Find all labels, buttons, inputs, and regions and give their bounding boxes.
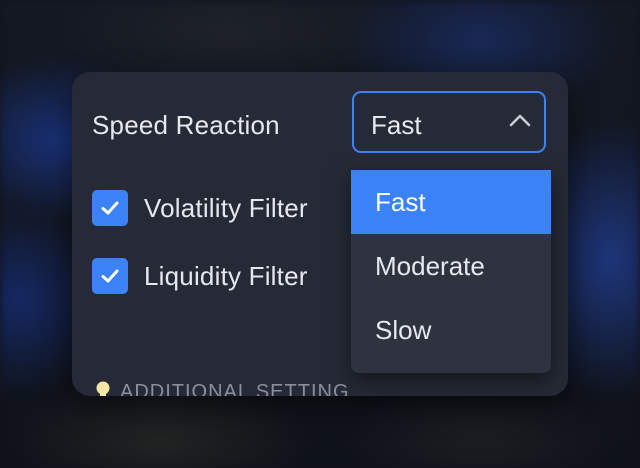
- lightbulb-icon: [96, 381, 110, 396]
- liquidity-filter-label: Liquidity Filter: [144, 260, 308, 291]
- option-slow[interactable]: Slow: [351, 298, 551, 362]
- liquidity-filter-checkbox[interactable]: [92, 258, 128, 294]
- volatility-filter-label: Volatility Filter: [144, 192, 308, 223]
- additional-setting-link[interactable]: ADDITIONAL SETTING: [94, 380, 350, 396]
- checkmark-icon: [101, 201, 119, 215]
- speed-reaction-select[interactable]: Fast: [352, 91, 546, 153]
- option-fast[interactable]: Fast: [351, 170, 551, 234]
- volatility-filter-row[interactable]: Volatility Filter: [92, 190, 308, 226]
- chevron-up-icon: [509, 114, 531, 127]
- speed-reaction-label: Speed Reaction: [92, 110, 280, 140]
- liquidity-filter-row[interactable]: Liquidity Filter: [92, 258, 308, 294]
- volatility-filter-checkbox[interactable]: [92, 190, 128, 226]
- option-moderate[interactable]: Moderate: [351, 234, 551, 298]
- checkmark-icon: [101, 269, 119, 283]
- additional-setting-label: ADDITIONAL SETTING: [120, 380, 350, 397]
- speed-reaction-dropdown: Fast Moderate Slow: [351, 170, 551, 373]
- speed-reaction-value: Fast: [371, 110, 422, 140]
